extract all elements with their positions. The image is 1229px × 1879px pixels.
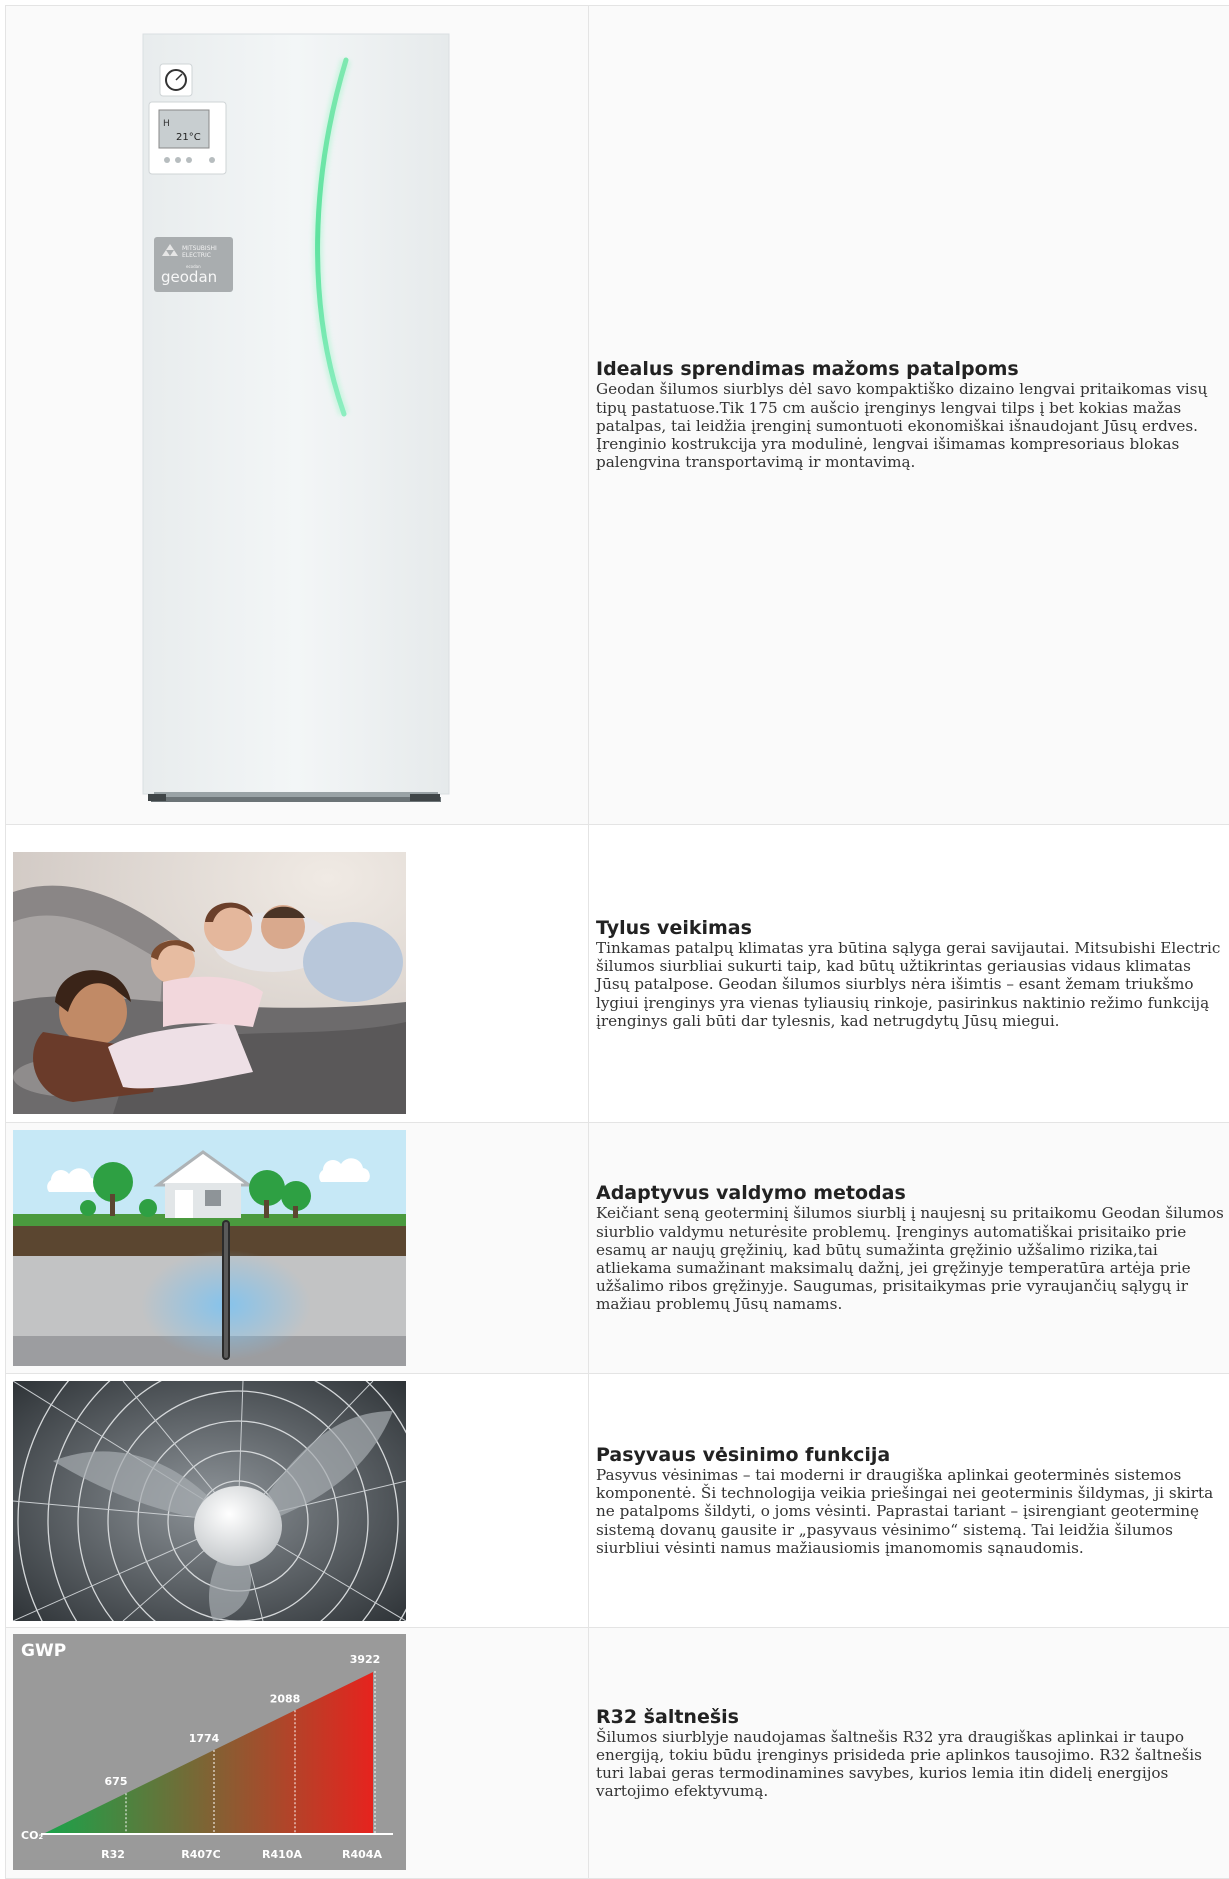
heat-pump-unit-image: H 21°C MITSUBISHI ELECTRIC ecodan geodan [142,33,450,802]
feature-description: Tinkamas patalpų klimatas yra būtina sąl… [596,938,1221,1030]
gwp-category-label: R410A [262,1848,302,1861]
feature-description: Pasyvus vėsinimas – tai moderni ir draug… [596,1465,1214,1557]
gwp-value-label: 675 [105,1775,128,1788]
image-cell: GWP 675 R32 1774 R407C 2088 R410A 3922 R404A CO… [5,1628,589,1878]
image-cell [5,825,589,1122]
text-cell: R32 šaltnešis Šilumos siurblyje naudojam… [589,1628,1229,1878]
feature-heading: Pasyvaus vėsinimo funkcija [596,1443,891,1466]
chart-title: GWP [21,1641,66,1661]
feature-description: Šilumos siurblyje naudojamas šaltnešis R… [596,1727,1202,1801]
gwp-chart-svg: GWP 675 R32 1774 R407C 2088 R410A 3922 R404A CO… [13,1634,406,1870]
feature-description: Keičiant seną geoterminį šilumos siurblį… [596,1204,1224,1314]
text-cell: Pasyvaus vėsinimo funkcija Pasyvus vėsin… [589,1374,1229,1627]
brand-line2: ELECTRIC [182,252,211,259]
controller-screen-temp: 21°C [176,132,201,143]
controller-screen-mode: H [163,119,170,129]
feature-row: H 21°C MITSUBISHI ELECTRIC ecodan geodan [5,6,1229,825]
text-cell: Tylus veikimas Tinkamas patalpų klimatas… [589,825,1229,1122]
gwp-category-label: R404A [342,1848,382,1861]
gwp-value-label: 2088 [270,1692,301,1705]
gwp-category-label: R32 [101,1848,125,1861]
feature-row: Tylus veikimas Tinkamas patalpų klimatas… [5,825,1229,1123]
feature-heading: R32 šaltnešis [596,1705,739,1728]
image-cell: H 21°C MITSUBISHI ELECTRIC ecodan geodan [5,6,589,824]
brand-line1: MITSUBISHI [182,245,217,252]
fan-photo [13,1381,406,1621]
text-cell: Idealus sprendimas mažoms patalpoms Geod… [589,6,1229,824]
feature-heading: Idealus sprendimas mažoms patalpoms [596,358,1019,381]
gwp-value-label: 3922 [350,1653,381,1666]
feature-table: H 21°C MITSUBISHI ELECTRIC ecodan geodan [5,5,1229,1879]
image-cell [5,1374,589,1627]
feature-description: Geodan šilumos siurblys dėl savo kompakt… [596,380,1208,472]
gwp-category-label: R407C [181,1848,221,1861]
sleeping-family-photo [13,852,406,1114]
gwp-chart: GWP 675 R32 1774 R407C 2088 R410A 3922 R404A CO… [13,1634,406,1870]
feature-heading: Adaptyvus valdymo metodas [596,1182,906,1205]
text-cell: Adaptyvus valdymo metodas Keičiant seną … [589,1123,1229,1373]
image-cell [5,1123,589,1373]
feature-row: Pasyvaus vėsinimo funkcija Pasyvus vėsin… [5,1374,1229,1628]
gwp-value-label: 1774 [189,1732,220,1745]
feature-heading: Tylus veikimas [596,916,752,939]
brand-name: geodan [161,268,217,286]
geothermal-well-illustration [13,1130,406,1366]
feature-row: GWP 675 R32 1774 R407C 2088 R410A 3922 R404A CO… [5,1628,1229,1879]
origin-label: CO₂ [21,1829,43,1842]
feature-row: Adaptyvus valdymo metodas Keičiant seną … [5,1123,1229,1374]
